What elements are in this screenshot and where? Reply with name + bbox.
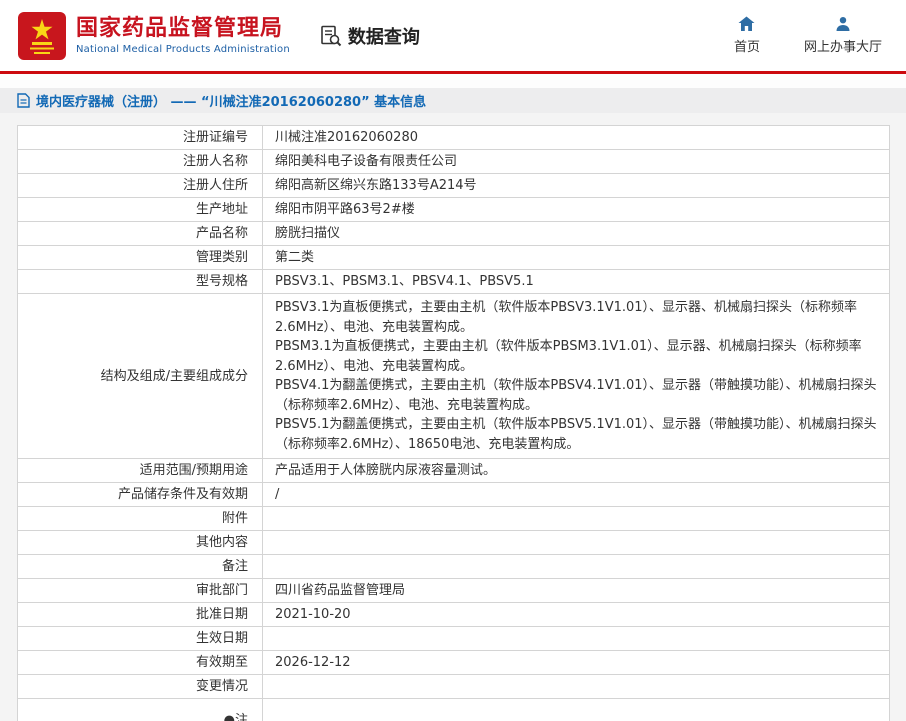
field-value — [263, 675, 890, 699]
field-label: 产品名称 — [18, 222, 263, 246]
field-label: 结构及组成/主要组成成分 — [18, 294, 263, 459]
field-label: 适用范围/预期用途 — [18, 459, 263, 483]
field-label: 型号规格 — [18, 270, 263, 294]
document-icon — [17, 93, 30, 108]
table-row: 审批部门 四川省药品监督管理局 — [18, 579, 890, 603]
home-icon — [738, 16, 755, 32]
nav-home[interactable]: 首页 — [734, 16, 760, 55]
registration-info: 注册证编号 川械注准20162060280 注册人名称 绵阳美科电子设备有限责任… — [17, 125, 890, 721]
field-value: 产品适用于人体膀胱内尿液容量测试。 — [263, 459, 890, 483]
table-row: 注册证编号 川械注准20162060280 — [18, 126, 890, 150]
site-title: 国家药品监督管理局 — [76, 16, 290, 42]
table-row: 结构及组成/主要组成成分 PBSV3.1为直板便携式，主要由主机（软件版本PBS… — [18, 294, 890, 459]
table-row: 适用范围/预期用途 产品适用于人体膀胱内尿液容量测试。 — [18, 459, 890, 483]
field-label: 管理类别 — [18, 246, 263, 270]
field-value — [263, 627, 890, 651]
field-label: 生效日期 — [18, 627, 263, 651]
national-emblem-icon — [18, 12, 66, 60]
field-value: PBSV3.1为直板便携式，主要由主机（软件版本PBSV3.1V1.01）、显示… — [263, 294, 890, 459]
person-icon — [835, 16, 851, 32]
field-label: 注册证编号 — [18, 126, 263, 150]
table-row: 型号规格 PBSV3.1、PBSM3.1、PBSV4.1、PBSV5.1 — [18, 270, 890, 294]
table-row: 管理类别 第二类 — [18, 246, 890, 270]
data-query-label: 数据查询 — [348, 23, 420, 49]
field-label: 备注 — [18, 555, 263, 579]
header: 国家药品监督管理局 National Medical Products Admi… — [0, 0, 906, 71]
registration-info-table: 注册证编号 川械注准20162060280 注册人名称 绵阳美科电子设备有限责任… — [17, 125, 890, 721]
field-value: 绵阳市阴平路63号2#楼 — [263, 198, 890, 222]
page-body: 境内医疗器械（注册） —— “川械注准20162060280” 基本信息 注册证… — [0, 88, 906, 721]
table-row: 备注 — [18, 555, 890, 579]
field-value: 第二类 — [263, 246, 890, 270]
breadcrumb-text: 境内医疗器械（注册） —— “川械注准20162060280” 基本信息 — [36, 91, 426, 110]
field-label: 附件 — [18, 507, 263, 531]
table-row: 附件 — [18, 507, 890, 531]
field-value: 2021-10-20 — [263, 603, 890, 627]
breadcrumb: 境内医疗器械（注册） —— “川械注准20162060280” 基本信息 — [0, 88, 906, 113]
field-value — [263, 531, 890, 555]
field-value: / — [263, 483, 890, 507]
spacer — [0, 74, 906, 88]
nav-home-label: 首页 — [734, 36, 760, 55]
brand-text: 国家药品监督管理局 National Medical Products Admi… — [76, 16, 290, 55]
field-label: 注册人住所 — [18, 174, 263, 198]
field-value: PBSV3.1、PBSM3.1、PBSV4.1、PBSV5.1 — [263, 270, 890, 294]
field-label: 变更情况 — [18, 675, 263, 699]
table-row: 生效日期 — [18, 627, 890, 651]
field-label: 注册人名称 — [18, 150, 263, 174]
field-label: ●注 — [18, 699, 263, 721]
field-value — [263, 507, 890, 531]
field-value: 膀胱扫描仪 — [263, 222, 890, 246]
site-subtitle: National Medical Products Administration — [76, 44, 290, 55]
field-value — [263, 555, 890, 579]
table-row: 产品储存条件及有效期 / — [18, 483, 890, 507]
field-value: 详情 — [263, 699, 890, 721]
data-query-icon — [320, 25, 342, 47]
field-label: 产品储存条件及有效期 — [18, 483, 263, 507]
table-row: 注册人名称 绵阳美科电子设备有限责任公司 — [18, 150, 890, 174]
field-label: 有效期至 — [18, 651, 263, 675]
table-row: 有效期至 2026-12-12 — [18, 651, 890, 675]
field-label: 其他内容 — [18, 531, 263, 555]
field-value: 2026-12-12 — [263, 651, 890, 675]
table-row: 产品名称 膀胱扫描仪 — [18, 222, 890, 246]
table-row: 其他内容 — [18, 531, 890, 555]
field-value: 四川省药品监督管理局 — [263, 579, 890, 603]
table-row: 生产地址 绵阳市阴平路63号2#楼 — [18, 198, 890, 222]
field-value: 绵阳高新区绵兴东路133号A214号 — [263, 174, 890, 198]
data-query-tab[interactable]: 数据查询 — [320, 23, 420, 49]
field-label: 生产地址 — [18, 198, 263, 222]
site-logo[interactable]: 国家药品监督管理局 National Medical Products Admi… — [18, 12, 290, 60]
field-label: 批准日期 — [18, 603, 263, 627]
table-row: 注册人住所 绵阳高新区绵兴东路133号A214号 — [18, 174, 890, 198]
table-row: 批准日期 2021-10-20 — [18, 603, 890, 627]
field-label: 审批部门 — [18, 579, 263, 603]
nav-service-hall-label: 网上办事大厅 — [804, 36, 882, 55]
field-value: 川械注准20162060280 — [263, 126, 890, 150]
table-row: 变更情况 — [18, 675, 890, 699]
table-row: ●注 详情 — [18, 699, 890, 721]
nav-service-hall[interactable]: 网上办事大厅 — [804, 16, 882, 55]
field-value: 绵阳美科电子设备有限责任公司 — [263, 150, 890, 174]
